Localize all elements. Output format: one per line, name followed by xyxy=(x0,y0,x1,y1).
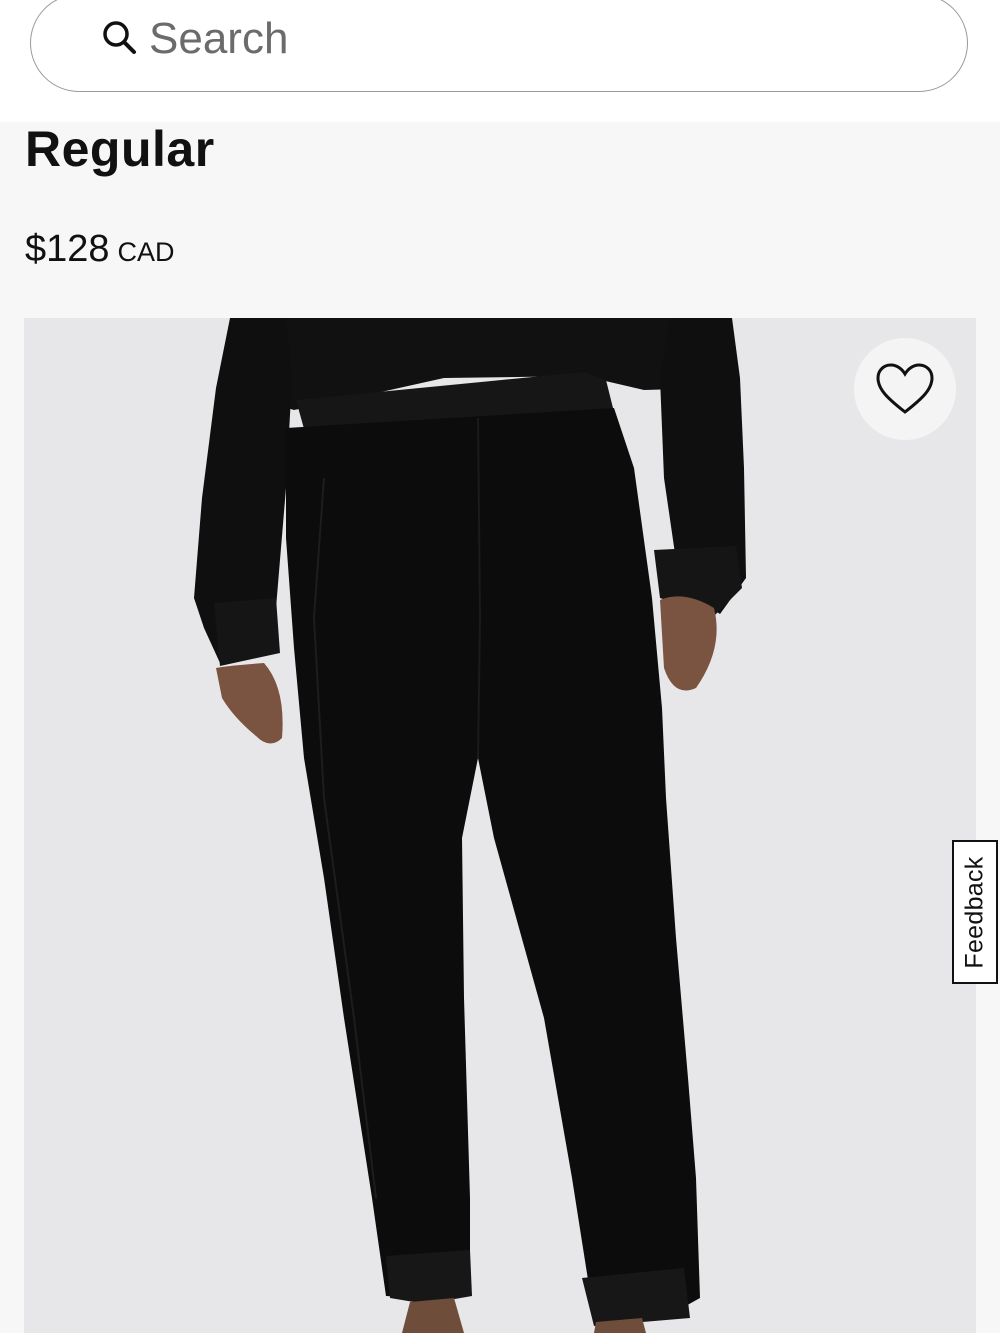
search-box[interactable] xyxy=(30,0,968,92)
search-input[interactable] xyxy=(149,9,949,69)
price-amount: $128 xyxy=(25,228,110,270)
feedback-tab[interactable]: Feedback xyxy=(952,840,998,984)
header-bar xyxy=(0,0,1000,122)
wishlist-button[interactable] xyxy=(854,338,956,440)
search-icon xyxy=(103,21,136,54)
product-title: Regular xyxy=(25,121,215,177)
feedback-label: Feedback xyxy=(960,855,989,969)
product-price: $128 CAD xyxy=(25,228,175,271)
product-photo-illustration xyxy=(24,318,976,1333)
product-image[interactable] xyxy=(24,318,976,1333)
price-currency: CAD xyxy=(117,237,175,267)
heart-outline-icon xyxy=(876,363,934,414)
